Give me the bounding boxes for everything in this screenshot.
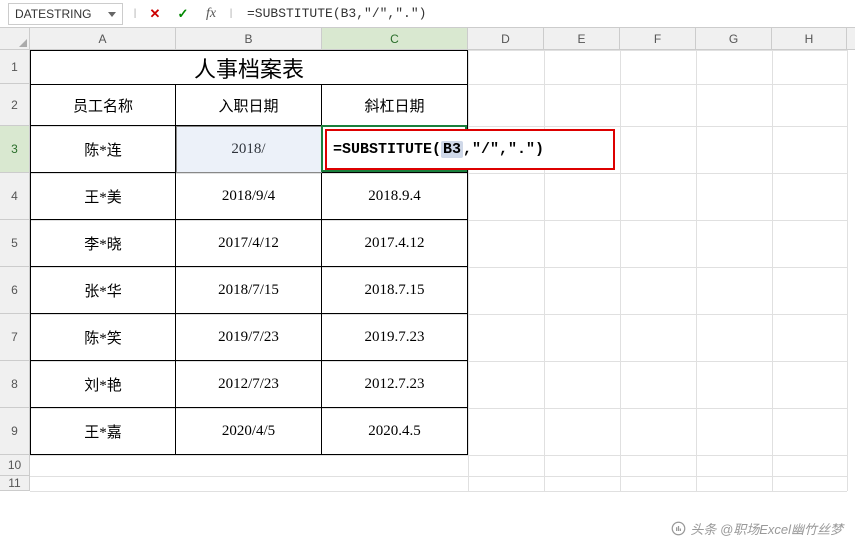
cell-slash-2[interactable]: 2017.4.12 — [322, 220, 468, 267]
row-header-2[interactable]: 2 — [0, 84, 30, 126]
cell-edit-overlay[interactable]: =SUBSTITUTE(B3,"/",".") — [325, 129, 615, 170]
watermark: 头条 @职场Excel幽竹丝梦 — [671, 519, 843, 538]
cell-name-6[interactable]: 王*嘉 — [30, 408, 176, 455]
cells-area[interactable]: 人事档案表员工名称入职日期斜杠日期陈*连2018/王*美2018/9/42018… — [30, 50, 847, 491]
cell-hire-3[interactable]: 2018/7/15 — [176, 267, 322, 314]
cell-slash-4[interactable]: 2019.7.23 — [322, 314, 468, 361]
name-box-dropdown-sep: | — [129, 8, 141, 19]
fb-sep: | — [225, 8, 237, 19]
watermark-icon — [671, 521, 686, 536]
cell-hire-2[interactable]: 2017/4/12 — [176, 220, 322, 267]
col-header-B[interactable]: B — [176, 28, 322, 49]
col-header-E[interactable]: E — [544, 28, 620, 49]
row-header-5[interactable]: 5 — [0, 220, 30, 267]
cell-slash-5[interactable]: 2012.7.23 — [322, 361, 468, 408]
cell-hire-1[interactable]: 2018/9/4 — [176, 173, 322, 220]
name-box[interactable]: DATESTRING — [8, 3, 123, 25]
edit-ref: B3 — [441, 141, 463, 158]
cell-name-0[interactable]: 陈*连 — [30, 126, 176, 173]
cell-hire-6[interactable]: 2020/4/5 — [176, 408, 322, 455]
col-header-D[interactable]: D — [468, 28, 544, 49]
header-slash[interactable]: 斜杠日期 — [322, 84, 468, 126]
col-header-H[interactable]: H — [772, 28, 847, 49]
cell-name-2[interactable]: 李*晓 — [30, 220, 176, 267]
cell-hire-5[interactable]: 2012/7/23 — [176, 361, 322, 408]
row-header-7[interactable]: 7 — [0, 314, 30, 361]
edit-prefix: =SUBSTITUTE( — [333, 141, 441, 158]
select-all-corner[interactable] — [0, 28, 30, 50]
row-header-6[interactable]: 6 — [0, 267, 30, 314]
row-header-9[interactable]: 9 — [0, 408, 30, 455]
row-header-8[interactable]: 8 — [0, 361, 30, 408]
row-header-4[interactable]: 4 — [0, 173, 30, 220]
cell-name-5[interactable]: 刘*艳 — [30, 361, 176, 408]
header-name[interactable]: 员工名称 — [30, 84, 176, 126]
fx-icon[interactable]: fx — [199, 3, 223, 25]
cell-hire-4[interactable]: 2019/7/23 — [176, 314, 322, 361]
cell-hire-0[interactable]: 2018/ — [176, 126, 322, 173]
cell-slash-1[interactable]: 2018.9.4 — [322, 173, 468, 220]
col-header-G[interactable]: G — [696, 28, 772, 49]
cell-name-3[interactable]: 张*华 — [30, 267, 176, 314]
edit-suffix: ,"/",".") — [463, 141, 544, 158]
row-headers: 1234567891011 — [0, 50, 30, 491]
row-header-3[interactable]: 3 — [0, 126, 30, 173]
formula-bar: DATESTRING | ✕ ✓ fx | =SUBSTITUTE(B3,"/"… — [0, 0, 855, 28]
header-hire[interactable]: 入职日期 — [176, 84, 322, 126]
cell-name-1[interactable]: 王*美 — [30, 173, 176, 220]
col-header-F[interactable]: F — [620, 28, 696, 49]
cell-name-4[interactable]: 陈*笑 — [30, 314, 176, 361]
formula-input[interactable]: =SUBSTITUTE(B3,"/",".") — [237, 3, 855, 25]
cell-slash-3[interactable]: 2018.7.15 — [322, 267, 468, 314]
row-header-10[interactable]: 10 — [0, 455, 30, 476]
col-header-C[interactable]: C — [322, 28, 468, 49]
title-cell[interactable]: 人事档案表 — [30, 50, 468, 84]
cell-slash-6[interactable]: 2020.4.5 — [322, 408, 468, 455]
column-headers: ABCDEFGH — [30, 28, 855, 50]
spreadsheet-grid: ABCDEFGH 1234567891011 人事档案表员工名称入职日期斜杠日期… — [0, 28, 855, 50]
row-header-1[interactable]: 1 — [0, 50, 30, 84]
confirm-icon[interactable]: ✓ — [171, 3, 195, 25]
cancel-icon[interactable]: ✕ — [143, 3, 167, 25]
row-header-11[interactable]: 11 — [0, 476, 30, 491]
col-header-A[interactable]: A — [30, 28, 176, 49]
